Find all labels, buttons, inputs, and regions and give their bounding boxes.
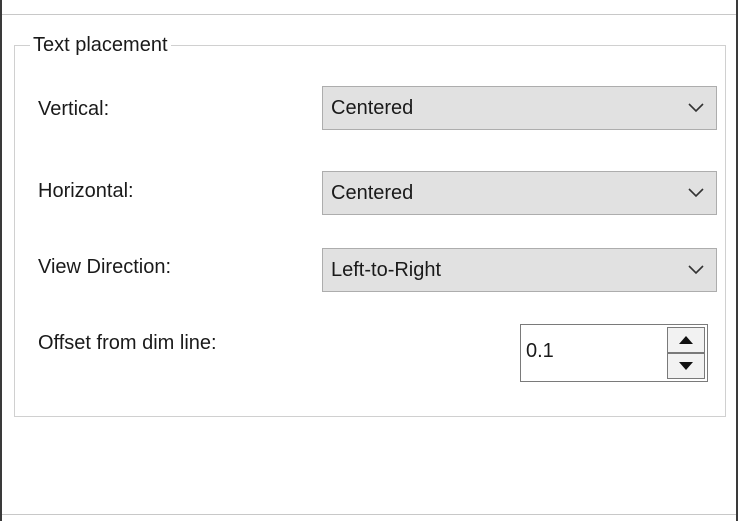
- horizontal-dropdown[interactable]: Centered: [322, 171, 717, 215]
- vertical-value: Centered: [331, 97, 414, 119]
- triangle-down-icon: [679, 362, 693, 370]
- horizontal-value: Centered: [331, 182, 414, 204]
- group-title: Text placement: [30, 33, 171, 57]
- horizontal-label: Horizontal:: [38, 180, 134, 202]
- offset-value[interactable]: 0.1: [526, 339, 554, 363]
- view-direction-label: View Direction:: [38, 256, 172, 278]
- decrement-button[interactable]: [667, 353, 705, 379]
- vertical-dropdown[interactable]: Centered: [322, 86, 717, 130]
- offset-stepper[interactable]: 0.1: [520, 324, 708, 382]
- chevron-down-icon: [676, 249, 716, 291]
- top-divider: [2, 14, 736, 15]
- vertical-label: Vertical:: [38, 98, 110, 120]
- increment-button[interactable]: [667, 327, 705, 353]
- view-direction-dropdown[interactable]: Left-to-Right: [322, 248, 717, 292]
- bottom-divider: [2, 514, 736, 515]
- chevron-down-icon: [676, 87, 716, 129]
- view-direction-value: Left-to-Right: [331, 259, 442, 281]
- chevron-down-icon: [676, 172, 716, 214]
- offset-label: Offset from dim line:: [38, 332, 217, 354]
- triangle-up-icon: [679, 336, 693, 344]
